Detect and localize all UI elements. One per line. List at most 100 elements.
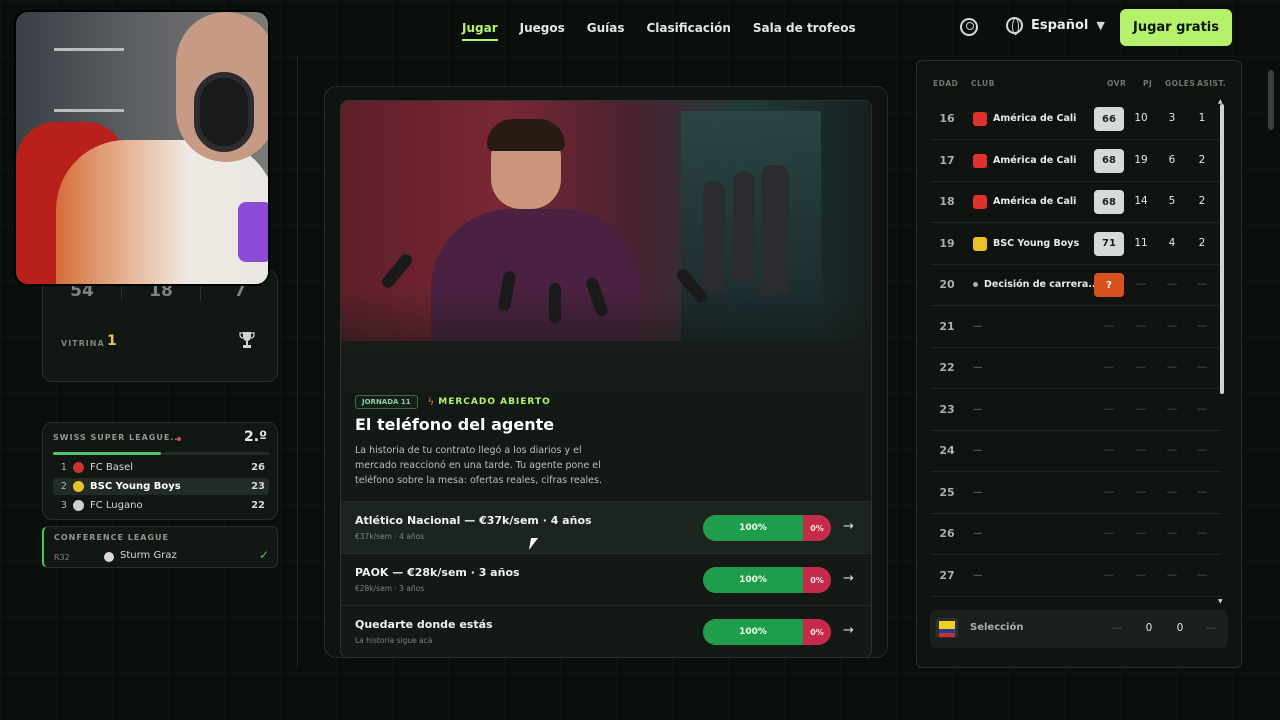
club-crest-icon — [73, 462, 84, 473]
page-scrollbar[interactable] — [1268, 70, 1274, 130]
row-age: 20 — [939, 278, 955, 291]
career-row: 26 — — — — — — [931, 514, 1221, 555]
scroll-down-icon[interactable]: ▼ — [1218, 598, 1223, 605]
row-ovr: — — [1103, 402, 1115, 415]
row-goles: 5 — [1168, 195, 1176, 207]
hero-player-hair — [487, 119, 565, 151]
football-icon — [104, 552, 114, 562]
career-row: 19 BSC Young Boys 71 11 4 2 — [931, 224, 1221, 265]
row-pj: — — [1135, 402, 1147, 415]
vote-no: 0% — [810, 575, 824, 585]
row-pj: — — [1135, 278, 1147, 290]
standing-team: FC Basel — [90, 462, 134, 473]
standing-rank: 1 — [60, 462, 67, 473]
conference-name: CONFERENCE LEAGUE — [54, 533, 170, 542]
nav-clasificacion[interactable]: Clasificación — [647, 15, 731, 41]
row-club: — — [973, 362, 983, 373]
career-row: 25 — — — — — — [931, 473, 1221, 514]
left-column-divider — [297, 56, 298, 668]
story-card: JORNADA 11 ϟ MERCADO ABIERTO El teléfono… — [340, 100, 872, 658]
row-club: — — [973, 320, 983, 332]
standing-row: 3 FC Lugano 22 — [53, 497, 269, 514]
header-asist: ASIST. — [1197, 79, 1227, 88]
option-subtitle: La historia sigue acá — [355, 636, 433, 645]
user-icon[interactable] — [960, 18, 978, 36]
row-asist: — — [1196, 402, 1208, 415]
player-stats-card: 54 18 7 VITRINA 1 — [42, 270, 278, 382]
option-stay[interactable]: Quedarte donde estás La historia sigue a… — [341, 605, 871, 657]
option-paok[interactable]: PAOK — €28k/sem · 3 años €28k/sem · 3 añ… — [341, 553, 871, 605]
hero-figure — [761, 165, 789, 295]
standing-rank: 2 — [60, 481, 67, 492]
nav-juegos[interactable]: Juegos — [520, 15, 565, 41]
row-age: 21 — [939, 319, 955, 333]
row-club: — — [973, 569, 983, 581]
national-team-row[interactable]: Selección — 0 0 — — [930, 610, 1228, 648]
row-age: 24 — [939, 444, 955, 457]
row-club: — — [973, 486, 983, 498]
row-age: 17 — [939, 153, 955, 167]
row-age: 19 — [939, 236, 955, 250]
header-club: CLUB — [971, 79, 995, 88]
career-row: 23 — — — — — — [931, 390, 1221, 431]
row-age: 27 — [939, 568, 955, 582]
vote-yes: 100% — [703, 567, 803, 593]
row-asist: — — [1196, 527, 1208, 539]
headphones-icon — [194, 72, 254, 152]
vote-yes: 100% — [703, 619, 803, 645]
row-ovr: — — [1103, 361, 1115, 373]
row-goles: — — [1166, 485, 1178, 498]
row-pj: — — [1135, 319, 1147, 332]
league-position: 2.º — [244, 429, 267, 445]
league-name: SWISS SUPER LEAGUE... — [53, 433, 183, 442]
career-row: 21 — — — — — — [931, 307, 1221, 348]
header-ovr: OVR — [1107, 79, 1127, 88]
row-pj: 14 — [1134, 195, 1148, 207]
option-title: Atlético Nacional — €37k/sem · 4 años — [355, 514, 592, 527]
club-crest-icon — [73, 500, 84, 511]
standing-rank: 3 — [60, 500, 67, 511]
row-club: — — [973, 403, 983, 415]
row-asist: 2 — [1198, 153, 1206, 166]
vote-yes: 100% — [703, 515, 803, 541]
conference-league-card[interactable]: CONFERENCE LEAGUE R32 Sturm Graz ✓ — [42, 526, 278, 568]
option-title: PAOK — €28k/sem · 3 años — [355, 566, 520, 579]
nav-sala-de-trofeos[interactable]: Sala de trofeos — [753, 15, 856, 41]
row-age: 23 — [939, 402, 955, 416]
row-goles: — — [1166, 527, 1178, 539]
table-scrollbar[interactable] — [1220, 104, 1224, 394]
row-club: — — [973, 445, 983, 456]
hero-fade — [341, 291, 871, 401]
standing-team: FC Lugano — [90, 500, 143, 511]
row-age: 18 — [939, 195, 955, 208]
row-asist: 1 — [1198, 112, 1206, 124]
chevron-down-icon: ▼ — [1096, 19, 1105, 32]
row-pj: — — [1135, 444, 1147, 456]
vitrina-value: 1 — [107, 333, 117, 349]
webcam-shelf — [54, 48, 124, 112]
row-age: 16 — [939, 112, 955, 125]
option-subtitle: €28k/sem · 3 años — [355, 584, 425, 593]
selection-asist: — — [1205, 622, 1217, 634]
row-goles: 4 — [1168, 236, 1176, 249]
career-row: 18 América de Cali 68 14 5 2 — [931, 182, 1221, 223]
nav-jugar[interactable]: Jugar — [462, 15, 498, 41]
career-table-panel: EDAD CLUB OVR PJ GOLES ASIST. 16 América … — [916, 60, 1242, 668]
row-goles: — — [1166, 402, 1178, 415]
standing-team: BSC Young Boys — [90, 481, 181, 492]
row-ovr: — — [1103, 444, 1115, 456]
row-asist: 2 — [1198, 195, 1206, 207]
option-atletico-nacional[interactable]: Atlético Nacional — €37k/sem · 4 años €3… — [341, 501, 871, 553]
league-standings-card[interactable]: SWISS SUPER LEAGUE... 2.º 1 FC Basel 26 … — [42, 422, 278, 520]
story-body: La historia de tu contrato llegó a los d… — [355, 445, 602, 486]
row-ovr: — — [1103, 568, 1115, 581]
row-ovr-badge: 68 — [1094, 148, 1124, 173]
play-free-button[interactable]: Jugar gratis — [1120, 9, 1232, 46]
language-selector[interactable]: Español ▼ — [1006, 17, 1105, 35]
row-pj: 19 — [1134, 153, 1148, 166]
row-pj: — — [1135, 361, 1147, 373]
nav-guias[interactable]: Guías — [587, 15, 625, 41]
option-vote-bar: 100% 0% — [703, 515, 831, 541]
row-asist: — — [1196, 568, 1208, 581]
career-row: 20 Decisión de carrera...? — — — — [931, 265, 1221, 306]
